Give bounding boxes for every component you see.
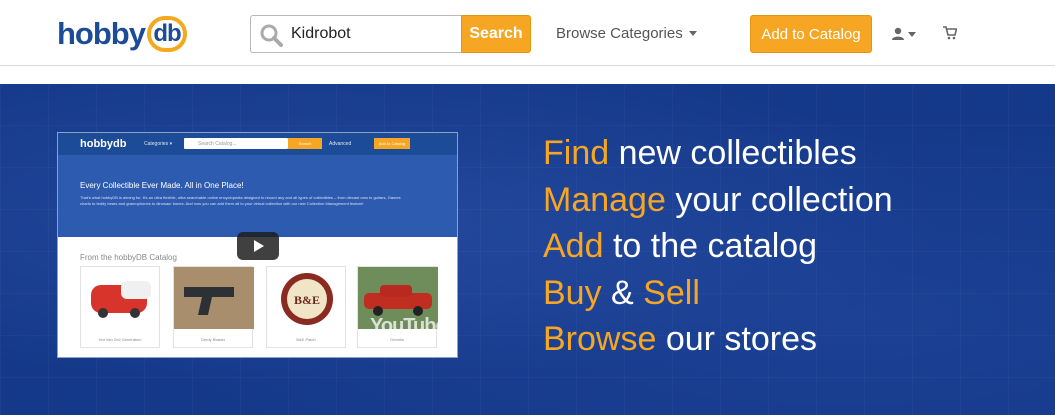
video-logo: hobbydb [80,138,127,150]
cart-icon[interactable] [943,26,957,40]
logo-mark: db [147,16,187,52]
search-button[interactable]: Search [461,15,531,53]
patch-image: B&E [281,273,333,325]
youtube-watermark: YouTube [370,315,447,337]
svg-text:B&E: B&E [294,293,320,307]
card-caption: Hot Van 2nd Generation [98,337,142,342]
search-box[interactable] [250,15,461,53]
caret-down-icon [688,31,697,36]
hobbydb-logo[interactable]: hobby db [57,14,187,54]
search-icon [260,24,283,47]
header-spacer [0,66,1055,84]
tagline-browse: Browse our stores [543,320,817,358]
video-from-label: From the hobbyDB Catalog [80,253,177,262]
video-search-placeholder: Search Catalog... [198,141,237,147]
video-categories: Categories ▾ [144,141,173,147]
video-description: That's what hobbyDB is aiming for. It's … [80,195,401,206]
logo-text: hobby [57,16,146,51]
card-caption: B&E Patch [296,337,316,342]
video-headline: Every Collectible Ever Made. All in One … [80,181,244,190]
video-search-button: Search [288,138,322,149]
add-to-catalog-button[interactable]: Add to Catalog [750,15,872,53]
tagline-add: Add to the catalog [543,227,818,265]
tagline-find: Find new collectibles [543,134,857,172]
caret-down-icon [908,31,916,37]
catalog-card: B&E B&E Patch [266,266,346,348]
video-advanced: Advanced [329,141,352,147]
tagline-manage: Manage your collection [543,180,893,219]
video-search: Search Catalog... [184,138,288,149]
video-navbar: hobbydb Categories ▾ Search Catalog... S… [58,133,457,155]
tagline-buy-sell: Buy & Sell [543,273,700,312]
user-icon [892,27,904,40]
card-caption: Gerdy Blaster [200,337,226,342]
video-add-button: Add to Catalog [374,138,410,149]
intro-video[interactable]: hobbydb Categories ▾ Search Catalog... S… [57,132,458,358]
browse-categories-dropdown[interactable]: Browse Categories [556,25,697,42]
catalog-card: Gerdy Blaster [173,266,254,348]
catalog-card: Hot Van 2nd Generation [80,266,160,348]
play-button[interactable] [237,232,279,260]
top-navbar: hobby db Search Browse Categories Add to… [0,0,1055,66]
search-form: Search [250,15,531,53]
browse-categories-label: Browse Categories [556,25,683,42]
search-input[interactable] [291,22,456,46]
toy-van-image [91,281,151,318]
hero-taglines: Find new collectibles Manage your collec… [543,130,893,363]
toy-pistol-image [174,267,254,329]
user-menu[interactable] [891,27,916,41]
